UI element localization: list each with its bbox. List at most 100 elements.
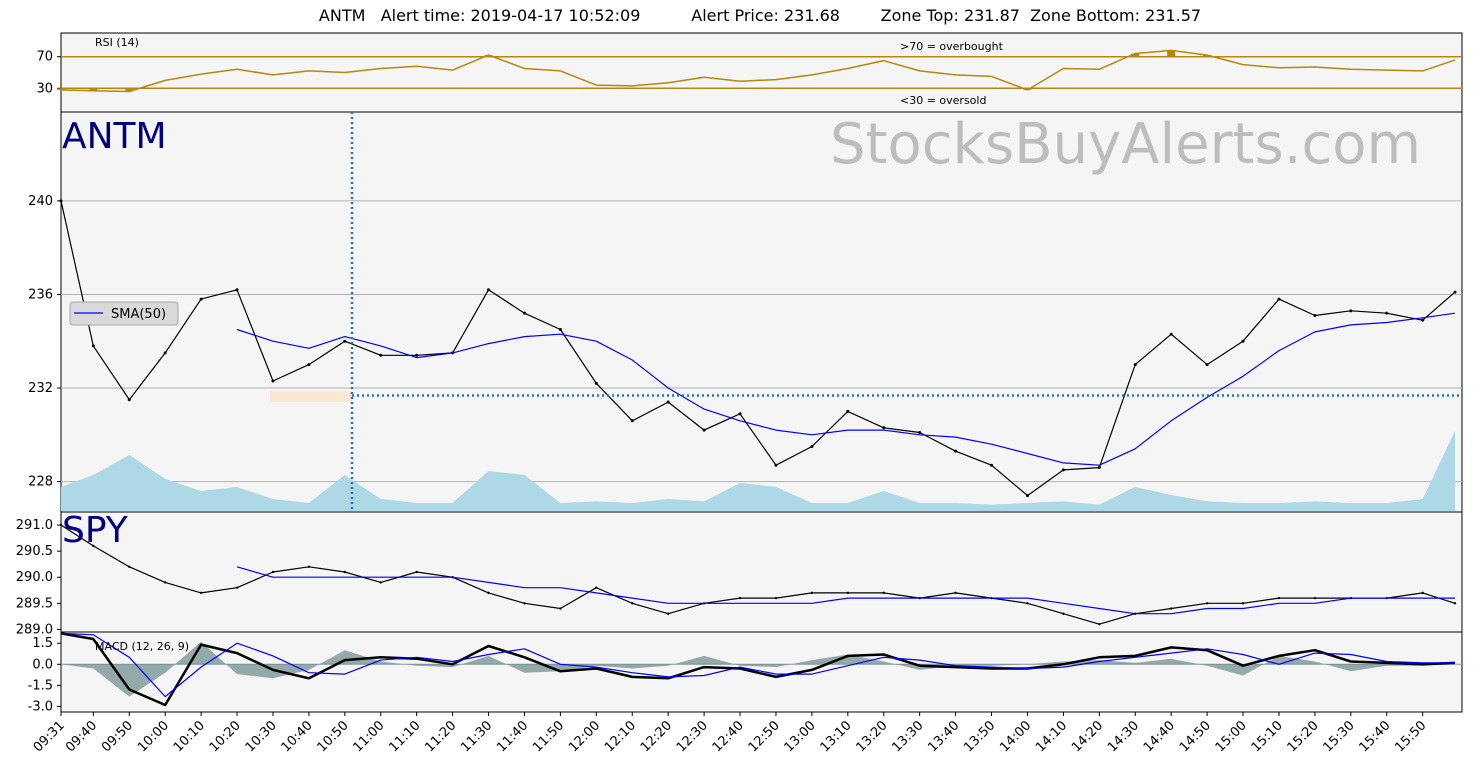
antm-price-point (343, 339, 347, 343)
ytick-label-macd: 1.5 (32, 636, 53, 651)
antm-price-point (954, 449, 958, 453)
rsi-extreme-fill (89, 88, 98, 91)
antm-price-point (59, 199, 63, 203)
spy-price-point (163, 581, 167, 584)
xtick-label: 15:00 (1213, 718, 1250, 755)
xtick-label: 13:10 (818, 718, 855, 755)
antm-price-point (1421, 318, 1425, 322)
spy-price-point (774, 596, 778, 600)
antm-price-point (271, 379, 275, 383)
xtick-label: 14:20 (1069, 718, 1106, 755)
xtick-label: 13:40 (925, 718, 962, 755)
antm-price-point (91, 344, 95, 348)
xtick-label: 12:10 (602, 718, 639, 755)
spy-price-point (235, 586, 239, 589)
macd-panel-label: MACD (12, 26, 9) (95, 640, 189, 653)
antm-price-point (846, 409, 850, 413)
antm-price-point (702, 428, 706, 432)
rsi-overbought-label: >70 = overbought (900, 40, 1004, 53)
spy-price-point (523, 602, 526, 605)
xtick-label: 11:00 (350, 718, 387, 755)
spy-price-point (846, 591, 850, 595)
rsi-oversold-label: <30 = oversold (900, 94, 986, 107)
ytick-label-rsi: 70 (36, 50, 53, 65)
xtick-label: 11:20 (422, 718, 459, 755)
rsi-panel (60, 32, 1463, 113)
spy-price-point (1277, 596, 1281, 600)
antm-price-point (666, 400, 670, 404)
antm-price-point (990, 463, 994, 467)
spy-price-point (738, 596, 742, 600)
xtick-label: 11:40 (494, 718, 531, 755)
antm-price-point (1241, 339, 1245, 343)
sma-legend: SMA(50) (69, 301, 179, 326)
ytick-label-spy_price: 290.0 (16, 570, 53, 585)
xtick-label: 14:40 (1141, 718, 1178, 755)
spy-price-point (199, 591, 203, 595)
xtick-label: 14:30 (1105, 718, 1142, 755)
rsi-extreme-fill (125, 88, 134, 92)
ytick-label-spy_price: 291.0 (16, 518, 53, 533)
spy-price-point (487, 591, 490, 595)
xtick-label: 12:00 (566, 718, 603, 755)
ytick-label-macd: -3.0 (28, 699, 53, 714)
spy-price-point (559, 607, 562, 610)
xtick-label: 11:10 (386, 718, 423, 755)
xtick-label: 10:50 (315, 718, 352, 755)
antm-price-point (127, 398, 131, 402)
stock-chart-svg: 30 70 RSI (14) >70 = overbought <30 = overso… (16, 32, 1463, 755)
ytick-label-antm_price: 236 (28, 287, 53, 302)
spy-price-point (595, 586, 598, 589)
spy-price-point (1453, 602, 1457, 605)
spy-price-point (1205, 602, 1209, 605)
antm-price-point (594, 381, 598, 385)
antm-price-point (1025, 494, 1029, 498)
antm-price-point (1453, 290, 1457, 294)
ytick-label-antm_price: 232 (28, 381, 53, 396)
antm-price-point (1097, 466, 1101, 470)
antm-price-point (1133, 363, 1137, 367)
antm-price-point (307, 363, 311, 367)
spy-panel-label: SPY (62, 510, 129, 551)
xtick-label: 13:50 (961, 718, 998, 755)
xtick-label: 13:20 (853, 718, 890, 755)
spy-price-point (415, 570, 418, 574)
xtick-label: 14:10 (1033, 718, 1070, 755)
alert-zone-band (270, 391, 353, 403)
xtick-label: 15:40 (1356, 718, 1393, 755)
watermark: StocksBuyAlerts.com (830, 112, 1421, 177)
ytick-label-spy_price: 289.0 (16, 622, 53, 637)
rsi-extreme-fill (1131, 53, 1140, 57)
antm-price-point (1205, 363, 1209, 367)
spy-price-point (1313, 596, 1317, 600)
spy-price-point (1062, 612, 1065, 615)
antm-price-point (199, 297, 203, 301)
antm-price-point (235, 288, 239, 292)
xtick-label: 10:00 (135, 718, 172, 755)
xtick-label: 09:50 (99, 718, 136, 755)
xtick-label: 13:00 (782, 718, 819, 755)
antm-panel-label: ANTM (62, 116, 167, 157)
antm-price-point (918, 430, 922, 434)
spy-price-point (882, 591, 885, 595)
ytick-label-rsi: 30 (36, 81, 53, 96)
spy-price-point (128, 565, 131, 568)
ytick-label-antm_price: 240 (28, 194, 53, 209)
spy-panel (60, 511, 1463, 633)
xtick-label: 12:50 (746, 718, 783, 755)
ytick-label-macd: -1.5 (28, 678, 53, 693)
spy-price-point (343, 570, 347, 574)
xtick-label: 15:50 (1392, 718, 1429, 755)
spy-price-point (379, 581, 382, 584)
antm-price-point (1169, 332, 1173, 336)
xtick-label: 15:10 (1249, 718, 1286, 755)
xtick-label: 10:10 (171, 718, 208, 755)
xtick-label: 13:30 (889, 718, 926, 755)
antm-price-point (810, 445, 814, 449)
antm-price-point (415, 353, 419, 357)
xtick-label: 14:50 (1177, 718, 1214, 755)
spy-price-point (1169, 607, 1173, 610)
antm-price-point (379, 353, 383, 357)
antm-price-point (558, 328, 562, 332)
spy-price-point (1421, 591, 1424, 595)
